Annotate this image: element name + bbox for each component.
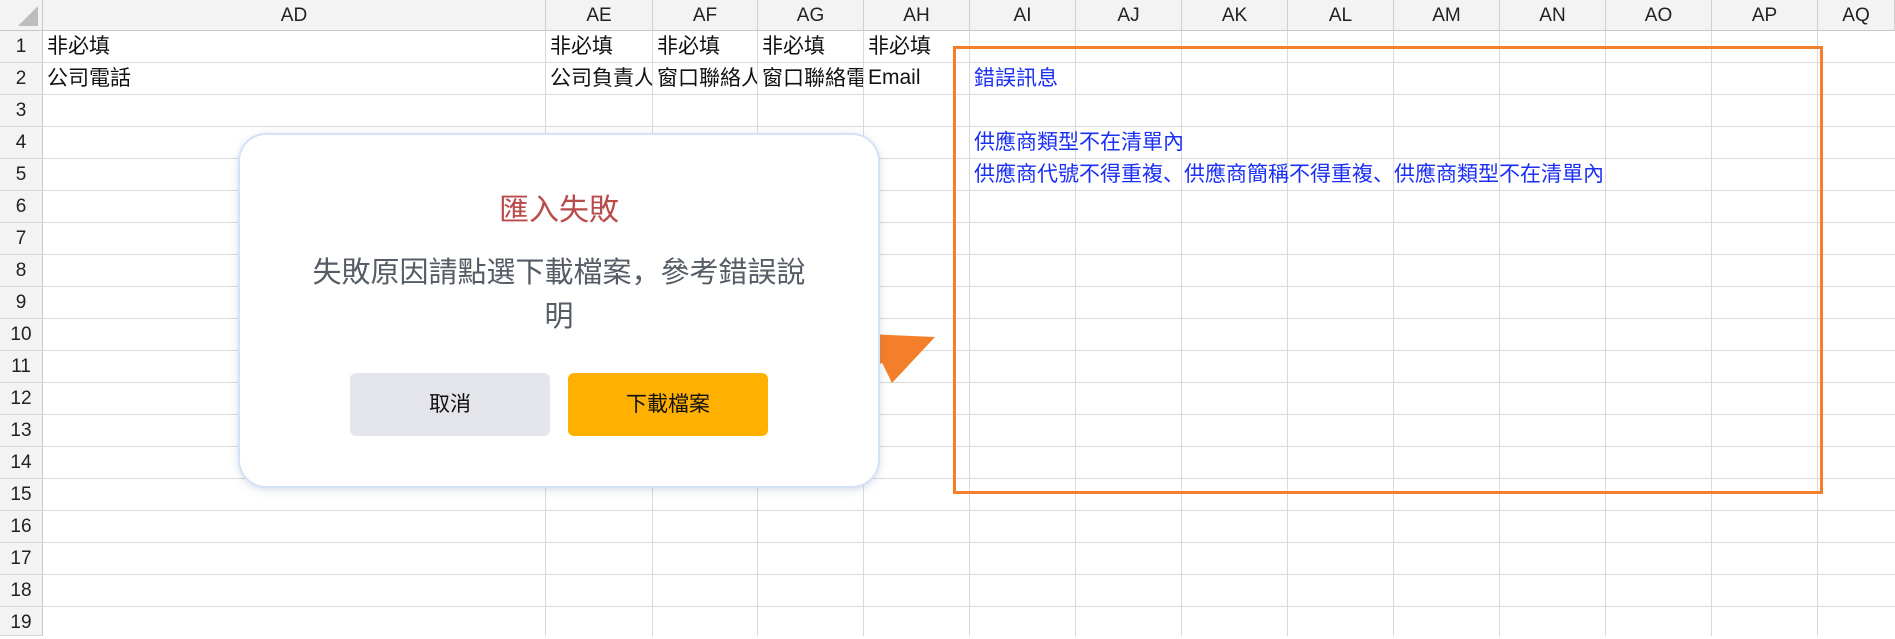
download-file-button[interactable]: 下載檔案 bbox=[568, 373, 768, 436]
cancel-button[interactable]: 取消 bbox=[350, 373, 550, 436]
dialog-title: 匯入失敗 bbox=[499, 193, 619, 228]
dialog-message: 失敗原因請點選下載檔案，參考錯誤說明 bbox=[312, 255, 806, 333]
import-failed-dialog: 匯入失敗 失敗原因請點選下載檔案，參考錯誤說明 取消 下載檔案 bbox=[240, 135, 878, 486]
